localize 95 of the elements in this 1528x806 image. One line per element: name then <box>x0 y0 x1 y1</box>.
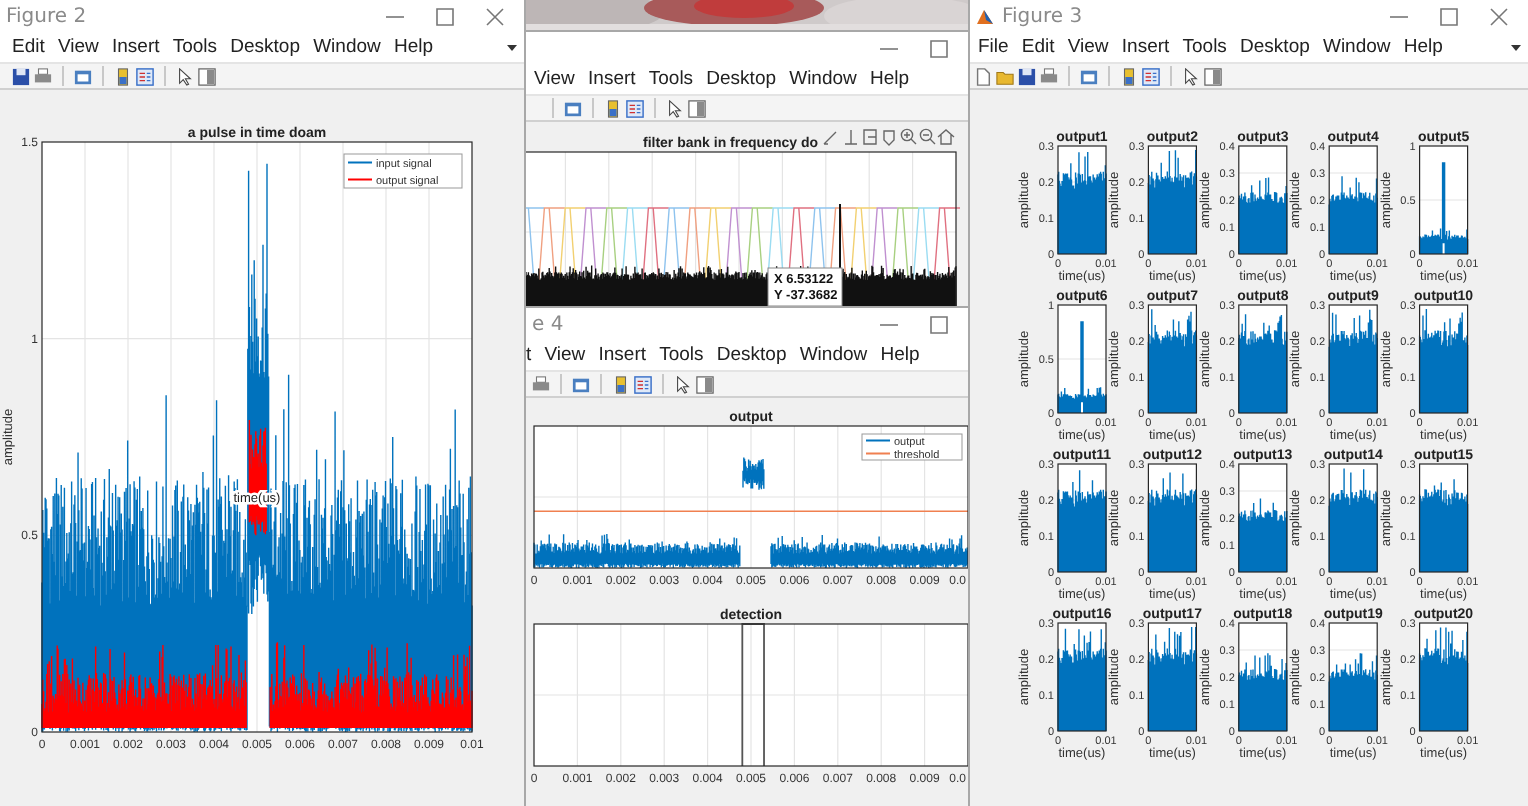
menu-item[interactable]: File <box>978 36 1009 58</box>
plot-area <box>1328 304 1378 414</box>
menu-item[interactable]: View <box>1067 36 1109 58</box>
window-icon[interactable] <box>1080 67 1098 85</box>
printer-icon[interactable] <box>1040 67 1058 85</box>
panel-icon[interactable] <box>688 99 706 117</box>
menu-item[interactable]: Insert <box>588 68 636 90</box>
legend-icon[interactable] <box>136 67 154 85</box>
menu-item[interactable]: Insert <box>111 36 160 58</box>
plot-area <box>1418 304 1469 414</box>
folder-icon[interactable] <box>996 67 1014 85</box>
app-icon <box>976 7 994 25</box>
dropdown-arrow-icon[interactable] <box>506 41 518 53</box>
colorbar-icon[interactable] <box>1120 67 1138 85</box>
legend-box <box>861 433 963 461</box>
pointer-icon[interactable] <box>674 375 692 393</box>
menu-item[interactable]: Window <box>313 36 381 58</box>
plot-area <box>1147 304 1198 414</box>
menu-item[interactable]: Insert <box>1121 36 1170 58</box>
menu-item[interactable]: Help <box>393 36 434 58</box>
menu-item[interactable]: Window <box>1322 36 1391 58</box>
legend-icon[interactable] <box>634 375 652 393</box>
menu-item[interactable]: Window <box>799 344 868 366</box>
zoom-out-icon[interactable] <box>919 128 936 145</box>
panel-icon[interactable] <box>1204 67 1222 85</box>
plot-area <box>1057 463 1107 573</box>
menu-item[interactable]: Help <box>880 344 920 366</box>
maximize-icon[interactable] <box>1440 7 1458 25</box>
plot-area <box>1418 463 1469 573</box>
plot-area <box>1238 145 1288 255</box>
plot-area <box>1238 622 1288 732</box>
close-icon[interactable] <box>486 7 504 25</box>
plot-area <box>1147 145 1198 255</box>
menu-item[interactable]: Desktop <box>706 68 777 90</box>
plot-area <box>1238 463 1288 573</box>
menu-item[interactable]: View <box>544 344 586 366</box>
colorbar-icon[interactable] <box>604 99 622 117</box>
colorbar-icon[interactable] <box>114 67 132 85</box>
menu-item[interactable]: Tools <box>172 36 218 58</box>
data-cursor-icon[interactable] <box>844 129 858 145</box>
new-file-icon[interactable] <box>974 67 992 85</box>
window-icon[interactable] <box>74 67 92 85</box>
home-icon[interactable] <box>937 129 955 145</box>
window-icon[interactable] <box>572 375 590 393</box>
panel-icon[interactable] <box>198 67 216 85</box>
menu-item[interactable]: View <box>534 68 575 90</box>
menu-item[interactable]: Window <box>789 68 857 90</box>
menu-item[interactable]: Desktop <box>716 344 787 366</box>
maximize-icon[interactable] <box>930 315 948 333</box>
brush-icon[interactable] <box>823 131 837 145</box>
save-icon[interactable] <box>1018 67 1036 85</box>
plot-area <box>1147 463 1198 573</box>
plot-area <box>1418 145 1469 255</box>
menu-item[interactable]: Insert <box>598 344 647 366</box>
plot-area <box>1057 304 1107 414</box>
legend-icon[interactable] <box>626 99 644 117</box>
plot-area <box>1328 622 1378 732</box>
window-title: e 4 <box>532 313 564 335</box>
window-title: Figure 3 <box>1002 5 1083 27</box>
export-icon[interactable] <box>863 129 877 145</box>
menu-item[interactable]: View <box>57 36 99 58</box>
menu-item[interactable]: Desktop <box>230 36 300 58</box>
pointer-icon[interactable] <box>666 99 684 117</box>
legend-icon[interactable] <box>1142 67 1160 85</box>
menu-item[interactable]: Tools <box>659 344 704 366</box>
pointer-icon[interactable] <box>176 67 194 85</box>
plot-area <box>1328 145 1378 255</box>
panel-icon[interactable] <box>696 375 714 393</box>
menu-item[interactable]: Desktop <box>1240 36 1310 58</box>
menu-item[interactable]: Help <box>870 68 910 90</box>
plot-area <box>1328 463 1378 573</box>
maximize-icon[interactable] <box>436 7 454 25</box>
plot-area <box>1238 304 1288 414</box>
menu-item[interactable]: Edit <box>12 36 45 58</box>
legend-box <box>343 153 463 189</box>
zoom-in-icon[interactable] <box>900 128 917 145</box>
menu-item[interactable]: Edit <box>1021 36 1055 58</box>
pointer-icon[interactable] <box>1182 67 1200 85</box>
dropdown-arrow-icon[interactable] <box>1510 41 1522 53</box>
window-icon[interactable] <box>564 99 582 117</box>
menu-item[interactable]: t <box>526 344 532 366</box>
menu-item[interactable]: Help <box>1403 36 1443 58</box>
save-icon[interactable] <box>12 67 30 85</box>
maximize-icon[interactable] <box>930 39 948 57</box>
plot-area <box>1057 622 1107 732</box>
window-title: Figure 2 <box>6 5 87 27</box>
close-icon[interactable] <box>1490 7 1508 25</box>
plot-area <box>1147 622 1198 732</box>
menu-item[interactable]: Tools <box>648 68 694 90</box>
menu-item[interactable]: Tools <box>1182 36 1227 58</box>
printer-icon[interactable] <box>532 375 550 393</box>
printer-icon[interactable] <box>34 67 52 85</box>
plot-area <box>1057 145 1107 255</box>
colorbar-icon[interactable] <box>612 375 630 393</box>
plot-area <box>1418 622 1469 732</box>
